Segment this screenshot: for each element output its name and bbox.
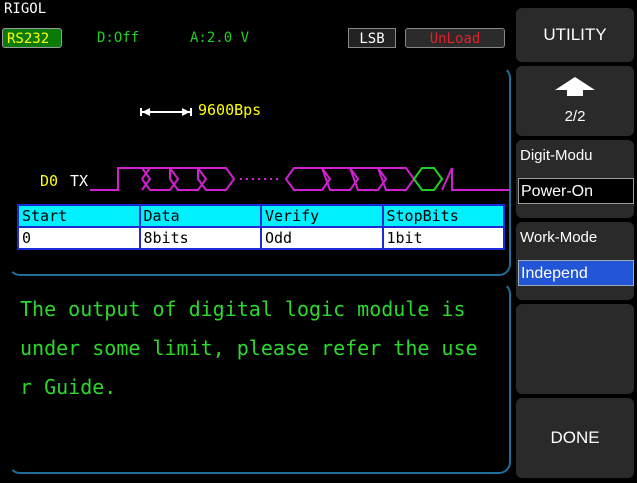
param-value-start: 0	[17, 226, 141, 250]
param-value-verify: Odd	[260, 226, 384, 250]
message-line: The output of digital logic module is	[20, 297, 466, 321]
utility-softkey[interactable]: UTILITY	[516, 8, 634, 62]
blank-softkey[interactable]	[516, 304, 634, 394]
work-mode-softkey[interactable]: Work-Mode Independ	[516, 222, 634, 300]
amplitude-status: A:2.0 V	[190, 30, 250, 46]
digital-status: D:Off	[97, 30, 140, 46]
param-header-start: Start	[17, 204, 141, 228]
oscilloscope-screen: RIGOL RS232 D:Off A:2.0 V LSB UnLoad 960…	[0, 0, 637, 483]
bit-order-status: LSB	[348, 28, 396, 48]
protocol-parameters-table: Start Data Verify StopBits 0 8bits Odd 1…	[17, 204, 505, 250]
done-softkey[interactable]: DONE	[516, 398, 634, 478]
message-line: under some limit, please refer the use	[20, 336, 478, 360]
digit-modu-value: Power-On	[518, 178, 634, 204]
parameter-header-row: Start Data Verify StopBits	[17, 204, 505, 228]
work-mode-title: Work-Mode	[520, 229, 598, 246]
work-mode-value: Independ	[518, 260, 634, 286]
page-up-softkey[interactable]: 2/2	[516, 66, 634, 136]
load-status: UnLoad	[405, 28, 505, 48]
param-header-data: Data	[138, 204, 262, 228]
param-header-stopbits: StopBits	[381, 204, 505, 228]
param-header-verify: Verify	[260, 204, 384, 228]
page-indicator: 2/2	[564, 108, 586, 125]
parameter-value-row: 0 8bits Odd 1bit	[17, 226, 505, 250]
param-value-data: 8bits	[138, 226, 262, 250]
digit-modu-softkey[interactable]: Digit-Modu Power-On	[516, 140, 634, 218]
brand-logo: RIGOL	[4, 1, 47, 17]
signal-label: TX	[70, 172, 89, 190]
mode-indicator: RS232	[2, 28, 62, 48]
rs232-waveform	[90, 167, 510, 191]
baud-rate-label: 9600Bps	[198, 101, 262, 119]
info-message: The output of digital logic module is un…	[20, 290, 510, 407]
channel-label: D0	[40, 172, 59, 190]
status-bar: RS232 D:Off A:2.0 V LSB UnLoad	[0, 28, 512, 50]
param-value-stopbits: 1bit	[381, 226, 505, 250]
digit-modu-title: Digit-Modu	[520, 147, 593, 164]
page-up-arrow-icon	[555, 77, 595, 96]
baud-width-arrow-icon	[140, 108, 192, 116]
message-line: r Guide.	[20, 375, 117, 399]
